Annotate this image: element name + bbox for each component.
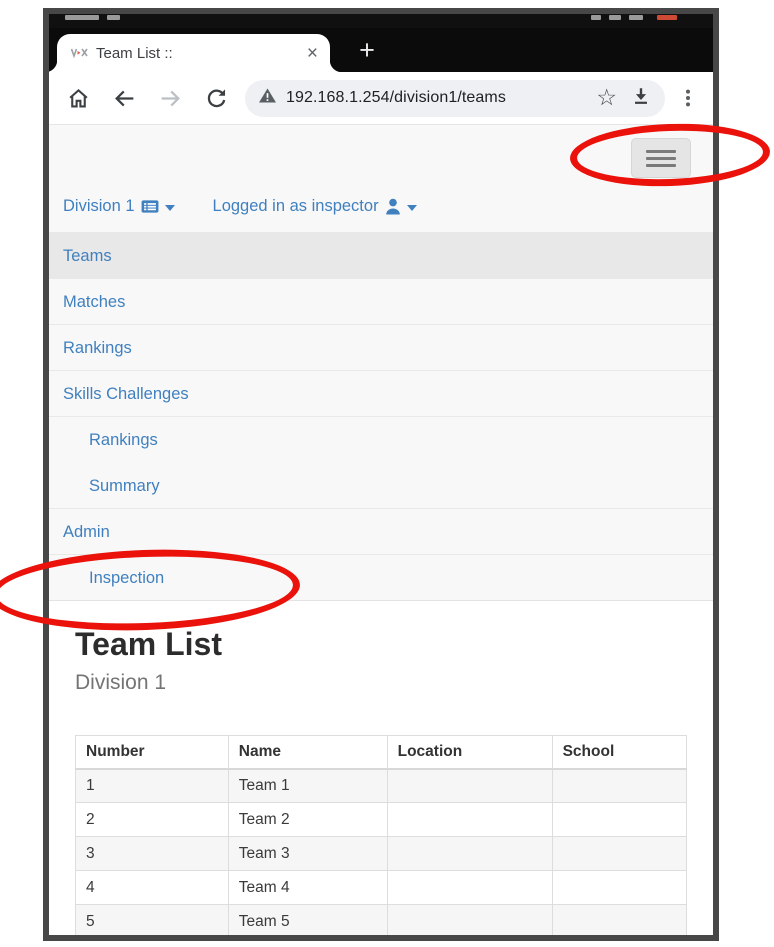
cell-number: 3: [75, 836, 229, 871]
url-text: 192.168.1.254/division1/teams: [286, 89, 506, 106]
cell-name: Team 5: [227, 904, 388, 935]
vex-favicon-icon: [71, 47, 88, 59]
new-tab-button[interactable]: +: [349, 32, 385, 68]
browser-tab[interactable]: Team List :: ×: [49, 34, 342, 72]
nav-item-skills-summary[interactable]: Summary: [49, 462, 713, 508]
col-header-location: Location: [386, 735, 553, 770]
nav-item-skills-challenges[interactable]: Skills Challenges: [49, 370, 713, 416]
cell-school: [551, 802, 688, 837]
home-button[interactable]: [55, 78, 101, 118]
status-signal-icon: [609, 15, 621, 20]
nav-item-admin[interactable]: Admin: [49, 508, 713, 554]
table-row: 2 Team 2: [75, 802, 688, 837]
user-dropdown[interactable]: Logged in as inspector: [213, 197, 417, 216]
forward-button[interactable]: [147, 78, 193, 118]
table-row: 1 Team 1: [75, 768, 688, 803]
cell-number: 4: [75, 870, 229, 905]
cell-name: Team 3: [227, 836, 388, 871]
col-header-school: School: [551, 735, 688, 770]
nav-item-skills-rankings[interactable]: Rankings: [49, 416, 713, 462]
status-wifi-icon: [591, 15, 601, 20]
division-list-icon: [141, 200, 158, 213]
cell-name: Team 2: [227, 802, 388, 837]
table-row: 3 Team 3: [75, 836, 688, 871]
cell-school: [551, 904, 688, 935]
caret-down-icon: [164, 204, 175, 211]
tab-close-icon[interactable]: ×: [307, 44, 318, 63]
col-header-number: Number: [75, 735, 229, 770]
table-header-row: Number Name Location School: [75, 735, 688, 770]
user-icon: [385, 198, 400, 215]
page-body: Division 1 Logged in as inspector Teams …: [49, 125, 713, 935]
nav-item-teams[interactable]: Teams: [49, 232, 713, 278]
cell-location: [386, 870, 553, 905]
status-battery-icon: [657, 15, 677, 20]
tab-bar: Team List :: × +: [49, 28, 713, 72]
caret-down-icon: [406, 204, 417, 211]
cell-school: [551, 836, 688, 871]
nav-item-matches[interactable]: Matches: [49, 278, 713, 324]
reload-button[interactable]: [193, 78, 239, 118]
status-bar: [49, 14, 713, 28]
cell-location: [386, 802, 553, 837]
nav-item-rankings[interactable]: Rankings: [49, 324, 713, 370]
status-clock-mark: [65, 15, 99, 20]
col-header-name: Name: [227, 735, 388, 770]
main-content: Team List Division 1 Number Name Locatio…: [49, 601, 713, 935]
cell-school: [551, 870, 688, 905]
nav-menu: Teams Matches Rankings Skills Challenges…: [49, 232, 713, 600]
cell-location: [386, 768, 553, 803]
download-icon[interactable]: [630, 85, 652, 112]
table-row: 5 Team 5: [75, 904, 688, 935]
browser-toolbar: 192.168.1.254/division1/teams ☆: [49, 72, 713, 125]
url-bar[interactable]: 192.168.1.254/division1/teams ☆: [245, 79, 665, 117]
site-warning-icon: [258, 87, 277, 109]
cell-number: 2: [75, 802, 229, 837]
cell-number: 5: [75, 904, 229, 935]
screenshot-canvas: Team List :: × + 192.168.1.254/division1…: [0, 0, 774, 947]
page-subtitle: Division 1: [75, 671, 167, 694]
tab-title: Team List ::: [96, 44, 173, 62]
cell-name: Team 4: [227, 870, 388, 905]
cell-school: [551, 768, 688, 803]
cell-name: Team 1: [227, 768, 388, 803]
cell-location: [386, 836, 553, 871]
teams-table: Number Name Location School 1 Team 1 2 T…: [75, 735, 688, 935]
division-dropdown[interactable]: Division 1: [63, 197, 175, 216]
status-notification-icon: [107, 15, 120, 20]
navbar-header: Division 1 Logged in as inspector: [49, 197, 713, 232]
bookmark-star-icon[interactable]: ☆: [596, 86, 617, 110]
cell-number: 1: [75, 768, 229, 803]
page-title: Team List: [75, 626, 222, 662]
menu-dots-icon[interactable]: [673, 78, 703, 118]
cell-location: [386, 904, 553, 935]
table-row: 4 Team 4: [75, 870, 688, 905]
division-label: Division 1: [63, 197, 135, 215]
site-navbar: Division 1 Logged in as inspector Teams …: [49, 125, 713, 601]
back-button[interactable]: [101, 78, 147, 118]
status-percent-mark: [629, 15, 643, 20]
logged-in-label: Logged in as inspector: [212, 197, 379, 215]
